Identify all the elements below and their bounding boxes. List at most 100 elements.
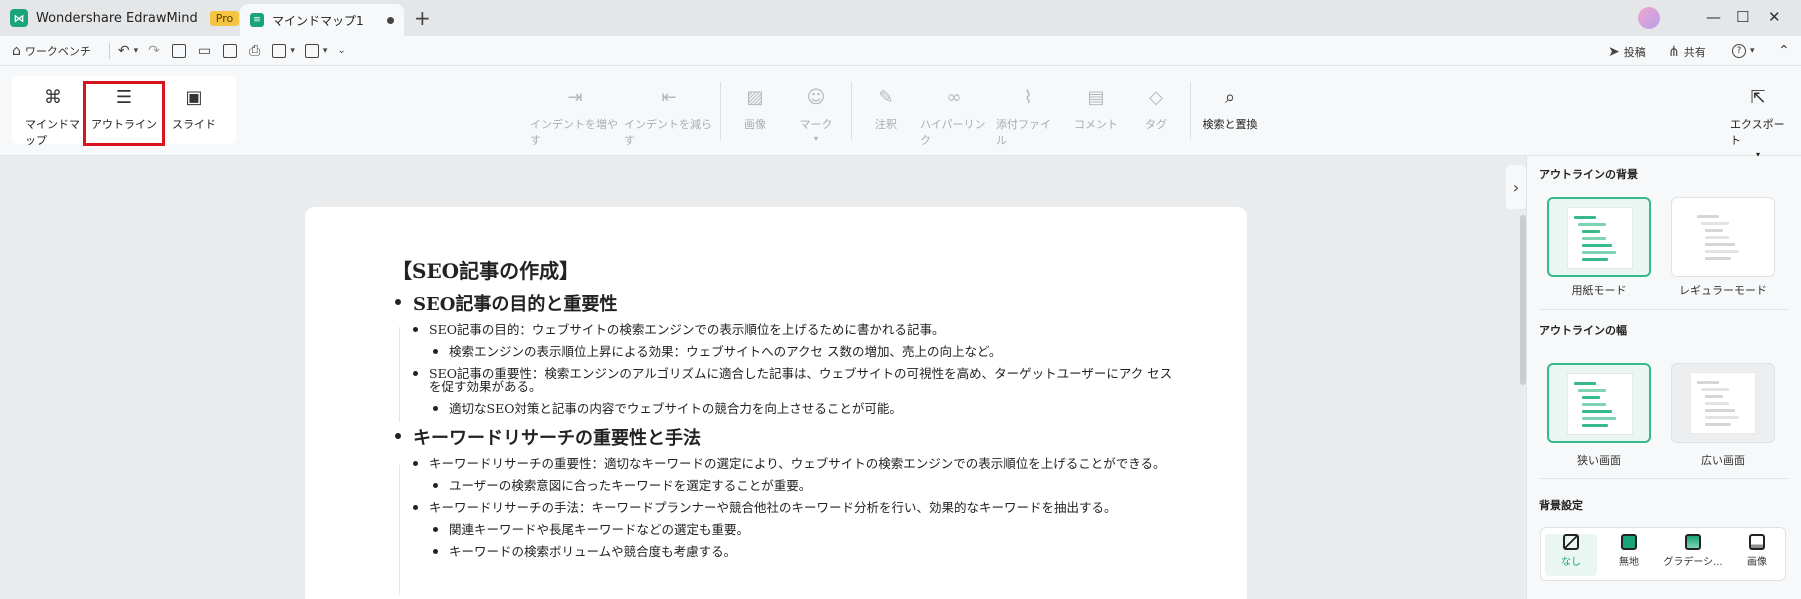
redo-icon[interactable]: ↷ bbox=[148, 44, 160, 58]
quick-access-bar: ⌂ ワークベンチ ↶ ▾ ↷ ▭ ⎙ ▾ ▾ ⌄ ➤ 投稿 ⋔ 共有 ? ▾ ⌃ bbox=[0, 36, 1801, 66]
outline-subtopic[interactable]: 関連キーワードや長尾キーワードなどの選定も重要。 bbox=[395, 523, 1175, 536]
background-options: なし 無地 グラデーシ... 画像 bbox=[1540, 527, 1786, 581]
mindmap-file-icon: ≡ bbox=[250, 13, 264, 27]
comment-label: コメント bbox=[1074, 118, 1118, 131]
help-button[interactable]: ? ▾ bbox=[1732, 44, 1755, 58]
outline-subtopic[interactable]: SEO記事の重要性：検索エンジンのアルゴリズムに適合した記事は、ウェブサイトの可… bbox=[395, 367, 1175, 393]
slide-icon: ▣ bbox=[185, 87, 203, 108]
outdent-icon: ⇤ bbox=[661, 87, 677, 108]
export-button[interactable]: ⇱ エクスポート ▾ bbox=[1730, 87, 1786, 160]
bg-solid-option[interactable]: 無地 bbox=[1603, 534, 1655, 576]
collapse-panel-button[interactable]: › bbox=[1506, 165, 1526, 209]
export-icon: ⇱ bbox=[1750, 87, 1766, 108]
outline-topic[interactable]: SEO記事の目的と重要性 bbox=[395, 290, 1175, 316]
check-dropdown-icon[interactable]: ▾ bbox=[323, 44, 328, 58]
find-replace-icon: ⌕ bbox=[1224, 87, 1236, 108]
outline-subtopic[interactable]: SEO記事の目的：ウェブサイトの検索エンジンでの表示順位を上げるために書かれる記… bbox=[395, 323, 1175, 336]
post-button[interactable]: ➤ 投稿 bbox=[1608, 44, 1646, 60]
customize-chevron-icon[interactable]: ⌄ bbox=[337, 44, 345, 58]
indent-button[interactable]: ⇥ インデントを増やす bbox=[530, 88, 620, 148]
canvas-area: 【SEO記事の作成】 SEO記事の目的と重要性 SEO記事の目的：ウェブサイトの… bbox=[0, 156, 1506, 599]
mark-dropdown-icon: ▾ bbox=[813, 134, 818, 143]
regular-mode-card[interactable] bbox=[1671, 197, 1775, 277]
outline-subtopic[interactable]: キーワードリサーチの重要性：適切なキーワードの選定により、ウェブサイトの検索エン… bbox=[395, 457, 1175, 470]
outline-subtopic[interactable]: 検索エンジンの表示順位上昇による効果：ウェブサイトへのアクセ ス数の増加、売上の… bbox=[395, 345, 1175, 358]
bg-image-option[interactable]: 画像 bbox=[1731, 534, 1783, 576]
minimize-button[interactable]: — bbox=[1706, 8, 1721, 26]
outline-topic[interactable]: キーワードリサーチの重要性と手法 bbox=[395, 424, 1175, 450]
paper-mode-thumbnail bbox=[1567, 207, 1633, 269]
outdent-button[interactable]: ⇤ インデントを減らす bbox=[624, 88, 714, 148]
mark-button[interactable]: ☺ マーク ▾ bbox=[796, 88, 836, 144]
comment-button[interactable]: ▤ コメント bbox=[1074, 88, 1118, 132]
image-label: 画像 bbox=[744, 118, 766, 131]
collapse-ribbon-icon[interactable]: ⌃ bbox=[1778, 44, 1790, 58]
find-replace-label: 検索と置換 bbox=[1202, 118, 1258, 131]
wide-screen-thumbnail bbox=[1690, 372, 1756, 434]
image-button[interactable]: ▨ 画像 bbox=[735, 88, 775, 132]
print-icon[interactable]: ⎙ bbox=[249, 44, 260, 58]
wide-screen-card[interactable] bbox=[1671, 363, 1775, 443]
pro-badge[interactable]: Pro bbox=[209, 10, 240, 26]
new-tab-button[interactable]: + bbox=[414, 8, 431, 28]
attachment-button[interactable]: ⌇ 添付ファイル bbox=[996, 88, 1060, 148]
app-tab[interactable]: ⋈ Wondershare EdrawMind Pro bbox=[10, 4, 240, 32]
share-icon: ⋔ bbox=[1668, 44, 1680, 60]
bg-none-option[interactable]: なし bbox=[1545, 534, 1597, 576]
bg-gradient-label: グラデーシ... bbox=[1663, 557, 1723, 568]
share-button[interactable]: ⋔ 共有 bbox=[1668, 44, 1706, 60]
document-tab[interactable]: ≡ マインドマップ1 bbox=[240, 4, 404, 36]
outline-highlight-box bbox=[83, 81, 165, 146]
gradient-icon bbox=[1685, 534, 1701, 550]
hyperlink-label: ハイパーリンク bbox=[920, 118, 986, 147]
outline-title[interactable]: 【SEO記事の作成】 bbox=[392, 255, 1175, 284]
background-settings-heading: 背景設定 bbox=[1539, 499, 1583, 512]
save-icon[interactable] bbox=[223, 43, 238, 58]
image-background-icon bbox=[1749, 534, 1765, 550]
hyperlink-button[interactable]: ∞ ハイパーリンク bbox=[920, 88, 988, 148]
note-button[interactable]: ✎ 注釈 bbox=[866, 88, 906, 132]
workbench-label: ワークベンチ bbox=[24, 44, 91, 58]
title-bar: ⋈ Wondershare EdrawMind Pro ≡ マインドマップ1 +… bbox=[0, 0, 1801, 36]
new-file-icon[interactable] bbox=[171, 43, 186, 58]
paperclip-icon: ⌇ bbox=[1023, 87, 1033, 108]
outline-document: 【SEO記事の作成】 SEO記事の目的と重要性 SEO記事の目的：ウェブサイトの… bbox=[392, 255, 1175, 567]
export-label: エクスポート bbox=[1730, 118, 1785, 147]
check-box-icon[interactable] bbox=[304, 43, 319, 58]
tag-button[interactable]: ◇ タグ bbox=[1140, 88, 1172, 132]
outline-paper[interactable]: 【SEO記事の作成】 SEO記事の目的と重要性 SEO記事の目的：ウェブサイトの… bbox=[305, 207, 1247, 599]
divider bbox=[108, 42, 110, 59]
undo-dropdown-icon[interactable]: ▾ bbox=[134, 44, 139, 58]
document-tab-title: マインドマップ1 bbox=[272, 13, 364, 28]
mindmap-view-label: マインドマップ bbox=[25, 118, 80, 147]
narrow-screen-card[interactable] bbox=[1547, 363, 1651, 443]
maximize-button[interactable]: ☐ bbox=[1736, 8, 1749, 26]
outline-subtopic[interactable]: キーワードリサーチの手法：キーワードプランナーや競合他社のキーワード分析を行い、… bbox=[395, 501, 1175, 514]
mindmap-icon: ⌘ bbox=[44, 87, 62, 108]
workbench-button[interactable]: ⌂ ワークベンチ bbox=[12, 43, 91, 59]
solid-color-icon bbox=[1621, 534, 1637, 550]
pen-icon: ✎ bbox=[878, 87, 894, 108]
export-file-icon[interactable] bbox=[272, 43, 287, 58]
narrow-screen-thumbnail bbox=[1567, 373, 1633, 435]
find-replace-button[interactable]: ⌕ 検索と置換 bbox=[1200, 88, 1260, 132]
tag-icon: ◇ bbox=[1149, 87, 1163, 108]
share-label: 共有 bbox=[1683, 46, 1706, 59]
outline-subtopic[interactable]: ユーザーの検索意図に合ったキーワードを選定することが重要。 bbox=[395, 479, 1175, 492]
slide-view-button[interactable]: ▣ スライド bbox=[168, 88, 220, 132]
mindmap-view-button[interactable]: ⌘ マインドマップ bbox=[25, 88, 81, 148]
open-folder-icon[interactable]: ▭ bbox=[198, 44, 211, 58]
outline-subtopic[interactable]: 適切なSEO対策と記事の内容でウェブサイトの競合力を向上させることが可能。 bbox=[395, 402, 1175, 415]
indent-icon: ⇥ bbox=[567, 87, 583, 108]
divider bbox=[851, 82, 852, 140]
close-button[interactable]: ✕ bbox=[1768, 8, 1781, 26]
export-dropdown-icon[interactable]: ▾ bbox=[290, 44, 295, 58]
paper-mode-card[interactable] bbox=[1547, 197, 1651, 277]
bg-gradient-option[interactable]: グラデーシ... bbox=[1659, 534, 1727, 576]
avatar[interactable] bbox=[1638, 7, 1660, 29]
post-label: 投稿 bbox=[1623, 46, 1646, 59]
undo-icon[interactable]: ↶ bbox=[118, 44, 130, 58]
outline-subtopic[interactable]: キーワードの検索ボリュームや競合度も考慮する。 bbox=[395, 545, 1175, 558]
unsaved-dot-icon[interactable] bbox=[387, 16, 394, 24]
app-name: Wondershare EdrawMind bbox=[36, 10, 198, 26]
